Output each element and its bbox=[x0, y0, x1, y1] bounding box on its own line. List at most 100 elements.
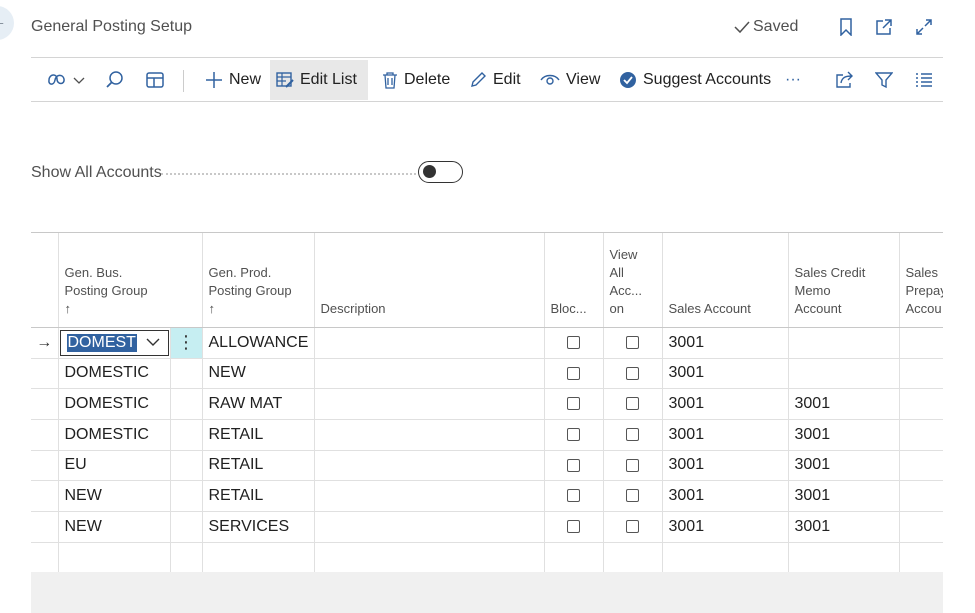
sales-prepay-cell[interactable] bbox=[899, 511, 943, 543]
row-menu-cell[interactable] bbox=[170, 388, 203, 420]
sales-account-cell[interactable]: 3001 bbox=[662, 480, 789, 512]
sales-account-cell[interactable]: 3001 bbox=[662, 419, 789, 451]
blocked-checkbox[interactable] bbox=[567, 366, 580, 380]
back-button[interactable]: ← bbox=[0, 6, 14, 40]
prod-group-cell[interactable]: NEW bbox=[202, 358, 315, 390]
blocked-checkbox[interactable] bbox=[567, 458, 580, 472]
view-all-checkbox[interactable] bbox=[626, 397, 639, 411]
sales-prepay-cell[interactable] bbox=[899, 480, 943, 512]
row-menu-cell[interactable] bbox=[170, 511, 203, 543]
blocked-cell[interactable] bbox=[544, 327, 604, 359]
view-all-checkbox[interactable] bbox=[626, 366, 639, 380]
prod-group-cell[interactable]: RETAIL bbox=[202, 419, 315, 451]
bus-group-cell[interactable]: DOMESTIC bbox=[58, 358, 171, 390]
bookmark-icon[interactable] bbox=[835, 16, 857, 38]
prod-group-cell[interactable]: ALLOWANCE bbox=[202, 327, 315, 359]
new-button[interactable]: New bbox=[199, 60, 267, 100]
view-all-checkbox[interactable] bbox=[626, 520, 639, 534]
suggest-accounts-button[interactable]: Suggest Accounts bbox=[613, 60, 777, 100]
col-header-sales-credit-memo-account[interactable]: Sales Credit Memo Account bbox=[788, 233, 900, 328]
sales-credit-memo-cell[interactable]: 3001 bbox=[788, 511, 900, 543]
bus-group-cell[interactable]: EU bbox=[58, 450, 171, 482]
blocked-cell[interactable] bbox=[544, 450, 604, 482]
prod-group-cell[interactable]: SERVICES bbox=[202, 511, 315, 543]
chevron-down-icon[interactable] bbox=[146, 335, 160, 352]
bus-group-cell[interactable]: DOMESTIC bbox=[58, 419, 171, 451]
sales-prepay-cell[interactable] bbox=[899, 450, 943, 482]
sales-credit-memo-cell[interactable] bbox=[788, 327, 900, 359]
bus-group-cell[interactable]: DOMESTIC bbox=[58, 388, 171, 420]
more-options-button[interactable]: ··· bbox=[779, 60, 807, 100]
sales-account-cell[interactable]: 3001 bbox=[662, 327, 789, 359]
description-cell[interactable] bbox=[314, 419, 545, 451]
description-cell[interactable] bbox=[314, 388, 545, 420]
delete-button[interactable]: Delete bbox=[376, 60, 456, 100]
row-menu-cell[interactable] bbox=[170, 480, 203, 512]
view-all-cell[interactable] bbox=[603, 511, 663, 543]
expand-icon[interactable] bbox=[913, 16, 935, 38]
row-menu-cell[interactable] bbox=[170, 450, 203, 482]
row-menu-cell[interactable] bbox=[170, 542, 203, 572]
description-cell[interactable] bbox=[314, 450, 545, 482]
sales-prepay-cell[interactable] bbox=[899, 542, 943, 572]
blocked-cell[interactable] bbox=[544, 419, 604, 451]
edit-list-button[interactable]: Edit List bbox=[270, 60, 368, 100]
view-all-checkbox[interactable] bbox=[626, 335, 639, 349]
sales-prepay-cell[interactable] bbox=[899, 327, 943, 359]
blocked-cell[interactable] bbox=[544, 542, 604, 572]
description-cell[interactable] bbox=[314, 511, 545, 543]
prod-group-cell[interactable]: RETAIL bbox=[202, 480, 315, 512]
sales-credit-memo-cell[interactable] bbox=[788, 542, 900, 572]
sales-credit-memo-cell[interactable]: 3001 bbox=[788, 480, 900, 512]
show-all-accounts-toggle[interactable] bbox=[418, 161, 463, 183]
sales-account-cell[interactable] bbox=[662, 542, 789, 572]
view-all-cell[interactable] bbox=[603, 327, 663, 359]
sales-account-cell[interactable]: 3001 bbox=[662, 511, 789, 543]
view-all-checkbox[interactable] bbox=[626, 427, 639, 441]
view-button[interactable]: View bbox=[534, 60, 606, 100]
sales-prepay-cell[interactable] bbox=[899, 419, 943, 451]
share-button[interactable] bbox=[829, 60, 861, 100]
col-header-sales-prepayment-account[interactable]: Sales Prepay Accou bbox=[899, 233, 943, 328]
col-header-blocked[interactable]: Bloc... bbox=[544, 233, 604, 328]
blocked-checkbox[interactable] bbox=[567, 520, 580, 534]
view-all-cell[interactable] bbox=[603, 358, 663, 390]
bus-group-cell[interactable]: NEW bbox=[58, 480, 171, 512]
layout-button[interactable] bbox=[139, 60, 171, 100]
table-row[interactable]: DOMESTIC RETAIL 3001 3001 bbox=[31, 419, 943, 451]
bus-group-cell[interactable]: NEW bbox=[58, 511, 171, 543]
col-header-gen-bus-posting-group[interactable]: Gen. Bus. Posting Group ↑ bbox=[58, 233, 170, 328]
search-button[interactable] bbox=[99, 60, 131, 100]
sales-credit-memo-cell[interactable] bbox=[788, 358, 900, 390]
filter-button[interactable] bbox=[869, 60, 899, 100]
blocked-cell[interactable] bbox=[544, 388, 604, 420]
blocked-checkbox[interactable] bbox=[567, 397, 580, 411]
blocked-cell[interactable] bbox=[544, 358, 604, 390]
open-new-window-icon[interactable] bbox=[873, 16, 895, 38]
col-header-description[interactable]: Description bbox=[314, 233, 545, 328]
blocked-cell[interactable] bbox=[544, 511, 604, 543]
description-cell[interactable] bbox=[314, 358, 545, 390]
sales-credit-memo-cell[interactable]: 3001 bbox=[788, 388, 900, 420]
blocked-cell[interactable] bbox=[544, 480, 604, 512]
sales-account-cell[interactable]: 3001 bbox=[662, 388, 789, 420]
bus-group-select[interactable]: DOMESTIC bbox=[59, 329, 169, 356]
description-cell[interactable] bbox=[314, 327, 545, 359]
view-all-cell[interactable] bbox=[603, 419, 663, 451]
row-menu-cell[interactable] bbox=[170, 358, 203, 390]
empty-new-row[interactable] bbox=[31, 542, 943, 572]
view-all-checkbox[interactable] bbox=[626, 458, 639, 472]
description-cell[interactable] bbox=[314, 542, 545, 572]
col-header-gen-prod-posting-group[interactable]: Gen. Prod. Posting Group ↑ bbox=[202, 233, 315, 328]
sales-credit-memo-cell[interactable]: 3001 bbox=[788, 419, 900, 451]
col-header-view-all-accounts[interactable]: View All Acc... on bbox=[603, 233, 663, 328]
table-row[interactable]: DOMESTIC NEW 3001 bbox=[31, 358, 943, 390]
blocked-checkbox[interactable] bbox=[567, 427, 580, 441]
prod-group-cell[interactable] bbox=[202, 542, 315, 572]
blocked-checkbox[interactable] bbox=[567, 335, 580, 349]
actions-menu-button[interactable] bbox=[39, 60, 91, 100]
table-row[interactable]: → DOMESTIC ⋮ ALLOWANCE 3001 bbox=[31, 327, 943, 359]
table-row[interactable]: NEW RETAIL 3001 3001 bbox=[31, 480, 943, 512]
list-view-button[interactable] bbox=[909, 60, 939, 100]
view-all-cell[interactable] bbox=[603, 480, 663, 512]
